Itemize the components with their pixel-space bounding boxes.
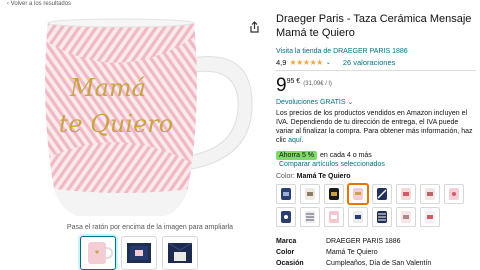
details-key: Color: [276, 249, 295, 256]
product-details-table: Marca DRAEGER PARIS 1886 Color Mamá Te Q…: [276, 236, 431, 269]
svg-text:♥: ♥: [95, 250, 100, 256]
thumbnail-mug-front[interactable]: ♥: [80, 236, 116, 270]
star-rating-icon[interactable]: ★★★★★: [289, 58, 323, 67]
color-swatch[interactable]: [300, 207, 320, 227]
rating-chevron-icon[interactable]: ⌄: [326, 59, 331, 66]
product-title: Draeger Paris - Taza Cerámica Mensaje Ma…: [276, 13, 472, 39]
details-row: Ocasión Cumpleaños, Día de San Valentín: [276, 258, 431, 269]
thumbnail-strip: ♥: [80, 236, 198, 270]
color-swatch-selected[interactable]: [348, 184, 368, 204]
color-swatch[interactable]: [372, 207, 392, 227]
details-key: Ocasión: [276, 260, 304, 267]
divider: [276, 70, 476, 71]
savings-badge: Ahorra 5 %: [276, 151, 318, 160]
color-value: Mamá Te Quiero: [296, 173, 351, 180]
color-swatch[interactable]: [276, 207, 296, 227]
color-swatch[interactable]: [420, 184, 440, 204]
color-swatch[interactable]: [348, 207, 368, 227]
color-swatch[interactable]: [324, 207, 344, 227]
price-whole: 9: [276, 75, 287, 96]
color-swatch[interactable]: [276, 184, 296, 204]
color-swatch[interactable]: [396, 207, 416, 227]
details-row: Color Mamá Te Quiero: [276, 247, 431, 258]
rating-row: 4,9 ★★★★★ ⌄ 26 valoraciones: [276, 58, 395, 67]
store-link[interactable]: Visita la tienda de DRAEGER PARIS 1886: [276, 48, 408, 55]
savings-row: Ahorra 5 % en cada 4 o más: [276, 151, 372, 160]
details-value: DRAEGER PARIS 1886: [326, 238, 401, 245]
reviews-count-link[interactable]: 26 valoraciones: [343, 58, 396, 67]
free-returns-link[interactable]: Devoluciones GRATIS ⌄: [276, 98, 353, 106]
details-value: Mamá Te Quiero: [326, 249, 378, 256]
details-key: Marca: [276, 238, 297, 245]
color-swatch[interactable]: [396, 184, 416, 204]
unit-price: (31,09€ / l): [303, 81, 332, 87]
free-returns-label: Devoluciones GRATIS: [276, 99, 346, 106]
price: 9 95 € (31,09€ / l): [276, 76, 332, 95]
image-zoom-hint: Pasa el ratón por encima de la imagen pa…: [66, 224, 234, 231]
thumbnail-gift-box[interactable]: [121, 236, 157, 270]
tax-info-link[interactable]: aquí.: [288, 137, 304, 144]
mug-illustration: Mamá te Quiero: [45, 18, 253, 216]
color-swatch[interactable]: [420, 207, 440, 227]
savings-text: en cada 4 o más: [320, 152, 372, 159]
rating-value: 4,9: [276, 58, 287, 67]
share-icon[interactable]: [249, 20, 260, 38]
tax-note: Los precios de los productos vendidos en…: [276, 109, 476, 145]
mug-text-line1: Mamá: [69, 74, 146, 102]
color-swatch[interactable]: [300, 184, 320, 204]
chevron-down-icon: ⌄: [347, 99, 354, 106]
tax-note-text: Los precios de los productos vendidos en…: [276, 110, 473, 144]
details-row: Marca DRAEGER PARIS 1886: [276, 236, 431, 247]
color-swatches: [276, 184, 476, 227]
color-label: Color:: [276, 173, 295, 180]
color-swatch[interactable]: [372, 184, 392, 204]
color-swatch[interactable]: [324, 184, 344, 204]
mug-text-line2: te Quiero: [59, 110, 173, 138]
compare-items-link[interactable]: Comparar artículos seleccionados: [279, 161, 385, 168]
color-swatch[interactable]: [444, 184, 464, 204]
main-product-image[interactable]: Mamá te Quiero: [4, 10, 270, 222]
back-to-results-link[interactable]: ‹ Volver a los resultados: [7, 1, 71, 7]
thumbnail-box-open[interactable]: [162, 236, 198, 270]
color-selection-label: Color: Mamá Te Quiero: [276, 173, 351, 180]
price-fraction: 95 €: [286, 78, 301, 85]
details-value: Cumpleaños, Día de San Valentín: [326, 260, 432, 267]
